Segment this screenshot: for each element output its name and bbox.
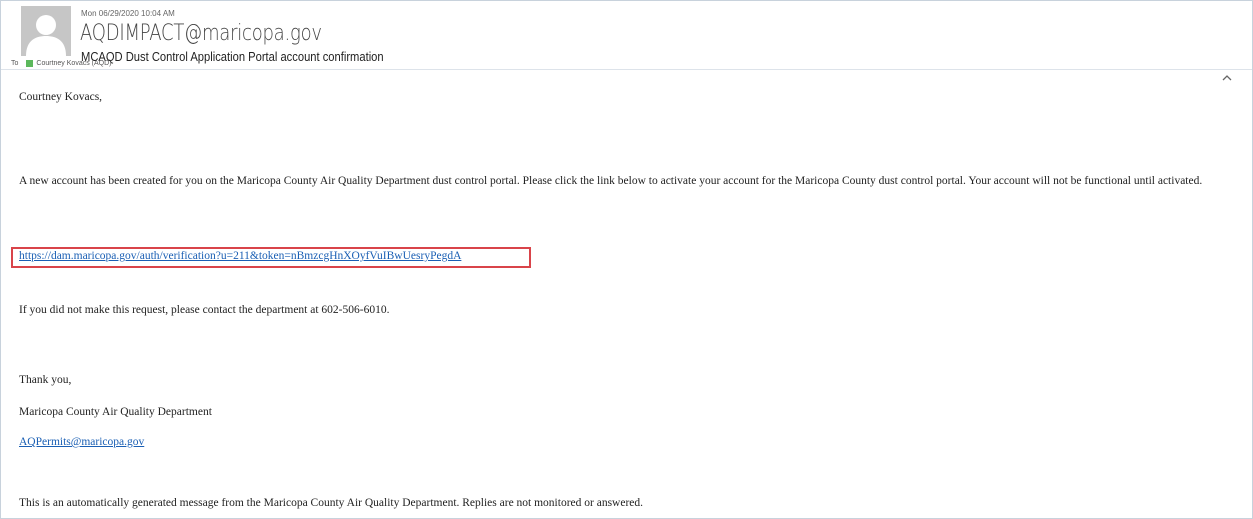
email-link-container: AQPermits@maricopa.gov [19,436,144,448]
verification-link[interactable]: https://dam.maricopa.gov/auth/verificati… [19,250,461,262]
recipient-name[interactable]: Courtney Kovacs (AQD) [36,60,111,67]
email-reading-pane: Mon 06/29/2020 10:04 AM AQDIMPACT@marico… [0,0,1253,519]
chevron-up-icon [1222,75,1232,81]
email-subject: MCAQD Dust Control Application Portal ac… [81,49,384,64]
to-label: To [11,60,19,67]
collapse-header-button[interactable] [1220,71,1234,85]
greeting: Courtney Kovacs, [19,91,103,103]
sender-address[interactable]: AQDIMPACT@maricopa.gov [80,21,322,46]
footer-note: This is an automatically generated messa… [19,497,644,509]
email-link[interactable]: AQPermits@maricopa.gov [19,436,144,448]
signature: Maricopa County Air Quality Department [19,406,212,418]
presence-icon [26,60,34,67]
thanks-text: Thank you, [19,374,72,386]
contact-note: If you did not make this request, please… [19,304,390,316]
recipient-line: To Courtney Kovacs (AQD) [11,60,112,67]
email-header: Mon 06/29/2020 10:04 AM AQDIMPACT@marico… [1,1,1252,70]
avatar-icon [21,6,71,56]
body-paragraph: A new account has been created for you o… [19,175,1203,187]
verification-link-container: https://dam.maricopa.gov/auth/verificati… [19,250,461,262]
email-date: Mon 06/29/2020 10:04 AM [81,9,175,18]
